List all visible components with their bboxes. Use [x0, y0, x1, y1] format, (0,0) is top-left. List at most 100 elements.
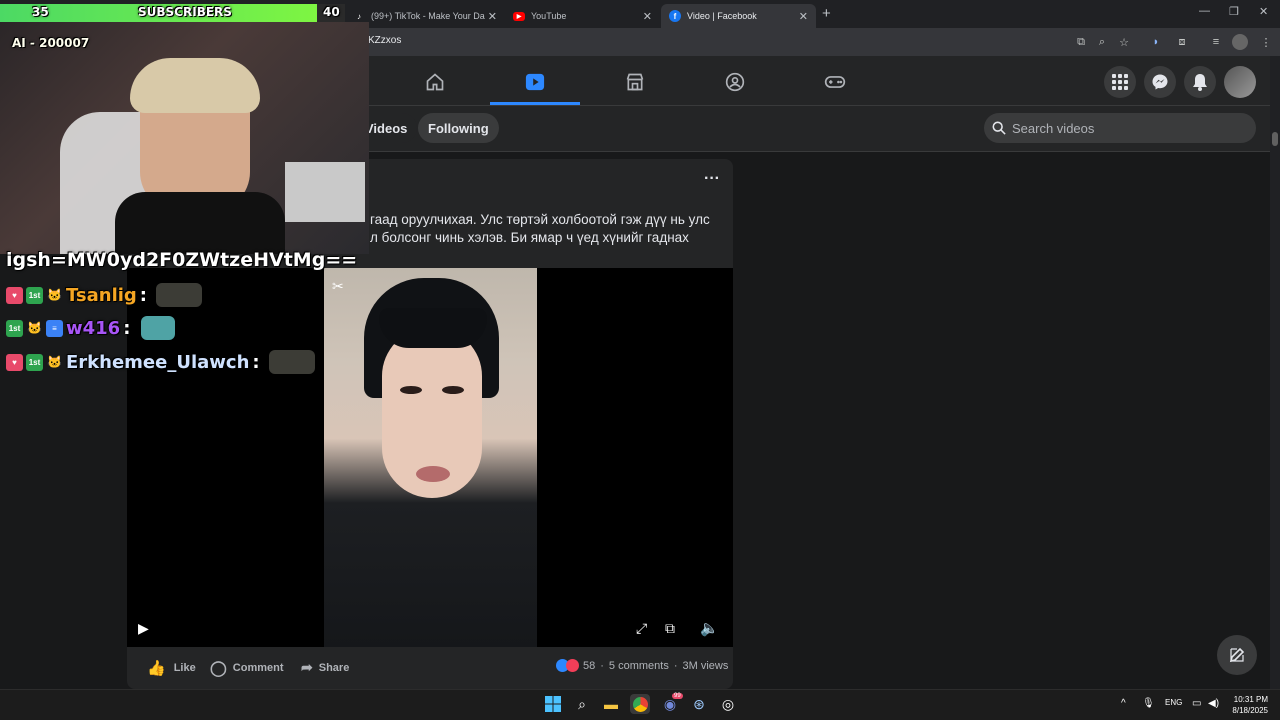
desk-device-shape	[285, 162, 365, 222]
reaction-summary[interactable]: 58 · 5 comments · 3M views	[556, 659, 728, 672]
browser-menu-icon[interactable]: ⋮	[1258, 34, 1274, 50]
compose-message-button[interactable]	[1217, 635, 1257, 675]
messenger-icon	[1152, 74, 1168, 90]
play-button[interactable]: ▶	[138, 620, 149, 637]
close-icon[interactable]: ✕	[488, 10, 497, 23]
account-avatar[interactable]	[1224, 66, 1256, 98]
close-icon[interactable]: ✕	[643, 10, 652, 23]
network-icon[interactable]: ▭	[1192, 698, 1201, 709]
video-frame: ✂	[324, 268, 537, 647]
profile-avatar[interactable]	[1232, 34, 1248, 50]
cat-badge-icon: 🐱	[47, 288, 62, 302]
chat-colon: :	[252, 351, 260, 373]
windows-logo-icon	[545, 696, 561, 712]
chat-link-message: igsh=MW0yd2F0ZWtzeHVtMg==	[6, 249, 358, 271]
grid-menu-icon	[1112, 74, 1128, 90]
scrollbar-thumb[interactable]	[1272, 132, 1278, 146]
nav-video[interactable]	[490, 60, 580, 105]
mouth-shape	[416, 466, 450, 482]
bell-icon	[1193, 74, 1207, 91]
notifications-button[interactable]	[1184, 66, 1216, 98]
chat-username: w416	[66, 317, 121, 339]
tiktok-icon: ♪	[357, 11, 361, 21]
reaction-count: 58	[583, 659, 596, 672]
microphone-icon[interactable]: 🎙	[1142, 698, 1155, 709]
streamer-hair-shape	[130, 58, 260, 113]
tab-youtube[interactable]: ▶ YouTube ✕	[505, 4, 660, 28]
marketplace-icon	[626, 73, 644, 91]
new-tab-button[interactable]: +	[822, 5, 831, 22]
chat-message: 1st 🐱 ≡ w416 :	[6, 315, 176, 341]
nav-marketplace[interactable]	[590, 60, 680, 104]
comment-icon: ◯	[210, 660, 227, 677]
tab-following[interactable]: Following	[418, 113, 499, 143]
share-button[interactable]: ➦ Share	[301, 659, 349, 676]
obs-icon[interactable]: ◎	[718, 694, 738, 714]
fullscreen-icon[interactable]: ⤢	[636, 620, 647, 637]
taskbar-search-icon[interactable]: ⌕	[572, 694, 592, 714]
first-badge-icon: 1st	[26, 353, 43, 371]
search-placeholder: Search videos	[1012, 120, 1095, 136]
zoom-icon[interactable]: ⌕	[1094, 34, 1110, 50]
volume-tray-icon[interactable]: ◀)	[1208, 698, 1219, 709]
subs-goal: 40	[323, 5, 340, 19]
comment-button[interactable]: ◯ Comment	[210, 659, 284, 677]
comments-count[interactable]: 5 comments	[609, 660, 669, 672]
like-button[interactable]: 👍 Like	[147, 659, 196, 677]
subs-current: 35	[32, 5, 49, 19]
share-icon: ➦	[301, 659, 313, 675]
minimize-button[interactable]: —	[1199, 5, 1210, 17]
webcam-feed	[0, 22, 369, 254]
url-text[interactable]: KZzxos	[368, 35, 401, 46]
steam-icon[interactable]: ⊛	[689, 694, 709, 714]
search-icon	[992, 121, 1006, 135]
like-icon: 👍	[147, 660, 166, 677]
restore-button[interactable]: ❐	[1229, 5, 1239, 18]
tray-chevron-icon[interactable]: ^	[1121, 698, 1126, 709]
search-videos-input[interactable]: Search videos	[984, 113, 1256, 143]
menu-button[interactable]	[1104, 66, 1136, 98]
post-options-icon[interactable]: ···	[704, 170, 720, 188]
donation-ticker: AI - 200007	[12, 36, 90, 50]
nav-groups[interactable]	[690, 60, 780, 104]
tab-tiktok[interactable]: ♪ (99+) TikTok - Make Your Da ✕	[345, 4, 505, 28]
post-caption-line: л болсонг чинь хэлэв. Би ямар ч үед хүни…	[370, 230, 689, 245]
page-scrollbar[interactable]	[1270, 56, 1280, 689]
cast-icon[interactable]: ⧉	[1073, 34, 1089, 50]
heart-badge-icon: ♥	[6, 286, 23, 304]
chat-colon: :	[123, 317, 131, 339]
messenger-button[interactable]	[1144, 66, 1176, 98]
nav-gaming[interactable]	[790, 60, 880, 104]
language-indicator[interactable]: ENG	[1165, 698, 1182, 707]
bangs-shape	[379, 308, 487, 348]
extensions-icon[interactable]: ⧈	[1174, 34, 1190, 50]
tab-label: YouTube	[531, 11, 567, 21]
window-close-button[interactable]: ✕	[1259, 5, 1268, 18]
compose-icon	[1229, 647, 1245, 663]
pip-icon[interactable]: ⧉	[665, 620, 675, 637]
discord-badge: 99	[672, 693, 683, 699]
capcut-icon: ✂	[332, 278, 344, 294]
clock[interactable]: 10:31 PM 8/18/2025	[1230, 694, 1268, 716]
subs-label: SUBSCRIBERS	[138, 5, 232, 19]
nav-home[interactable]	[390, 60, 480, 104]
streamer-shirt-shape	[115, 192, 285, 254]
post-caption-line: гаад оруулчихая. Улс төртэй холбоотой гэ…	[370, 212, 710, 227]
close-icon[interactable]: ✕	[799, 10, 808, 23]
tab-facebook[interactable]: f Video | Facebook ✕	[661, 4, 816, 28]
audio-playing-icon[interactable]: ◗	[1148, 34, 1164, 50]
list-badge-icon: ≡	[46, 319, 63, 337]
volume-icon[interactable]: 🔈	[700, 619, 719, 637]
eye-shape	[442, 386, 464, 394]
chat-message: ♥ 1st 🐱 Tsanlig :	[6, 282, 202, 308]
file-explorer-icon[interactable]: ▬	[601, 694, 621, 714]
chat-username: Tsanlig	[66, 284, 137, 306]
start-button[interactable]	[543, 694, 563, 714]
chrome-icon[interactable]	[630, 694, 650, 714]
views-count: 3M views	[682, 659, 729, 672]
separator-dot: ·	[600, 659, 604, 672]
media-control-icon[interactable]: ≡	[1208, 34, 1224, 50]
video-icon	[525, 73, 545, 91]
gaming-icon	[824, 76, 846, 88]
bookmark-star-icon[interactable]: ☆	[1116, 34, 1132, 50]
